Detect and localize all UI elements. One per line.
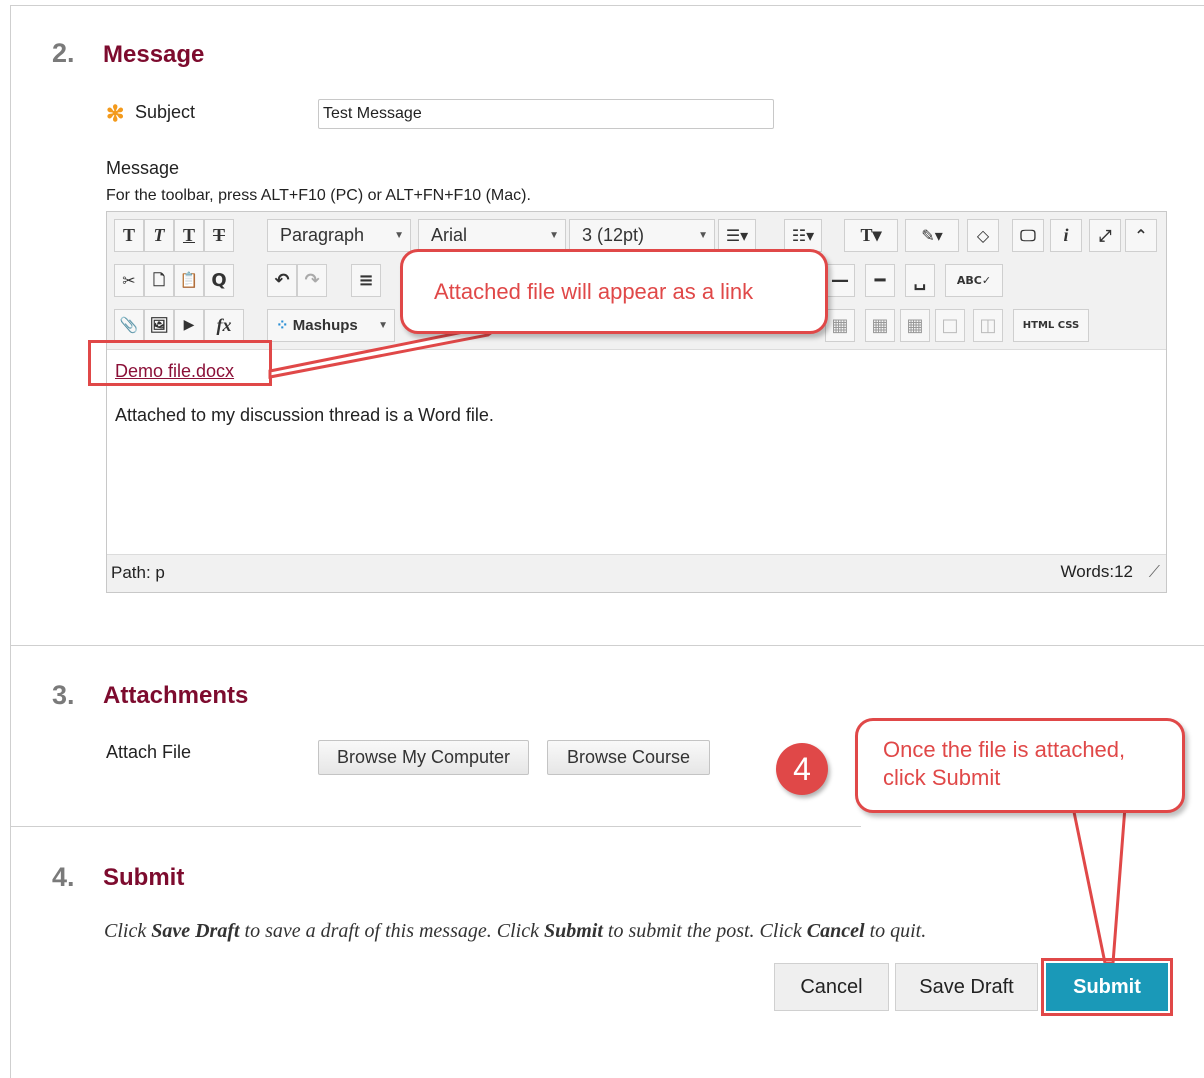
paste-icon[interactable]: 📋: [174, 264, 204, 297]
html-label: HTML: [1022, 320, 1055, 331]
instructions-text: to quit.: [864, 920, 927, 942]
italic-button[interactable]: T: [144, 219, 174, 252]
submit-callout-pointer: [1071, 805, 1127, 965]
submit-callout-line2: click Submit: [883, 765, 1001, 790]
math-equation-icon[interactable]: fx: [204, 309, 244, 342]
browse-my-computer-button[interactable]: Browse My Computer: [318, 740, 529, 775]
word-count: Words:12: [1060, 562, 1133, 581]
instructions-emphasis: Save Draft: [151, 920, 240, 942]
save-draft-button[interactable]: Save Draft: [895, 963, 1038, 1011]
instructions-emphasis: Submit: [543, 920, 603, 942]
split-cells-icon[interactable]: ◫: [973, 309, 1003, 342]
editor-status-bar: Path: p Words:12 ⟋: [107, 554, 1166, 592]
subject-label: Subject: [135, 102, 196, 122]
instructions-emphasis: Cancel: [806, 920, 865, 942]
bold-button[interactable]: T: [114, 219, 144, 252]
html-css-buttons[interactable]: HTML CSS: [1013, 309, 1089, 342]
redo-icon[interactable]: ↷: [297, 264, 327, 297]
css-label: CSS: [1057, 320, 1080, 331]
copy-icon[interactable]: 🗋: [144, 264, 174, 297]
submit-callout: Once the file is attached, click Submit: [855, 718, 1185, 813]
submit-instructions: Click Save Draft to save a draft of this…: [104, 920, 926, 943]
undo-icon[interactable]: ↶: [267, 264, 297, 297]
font-family-value: Arial: [431, 225, 468, 245]
instructions-text: Click: [104, 920, 152, 942]
paragraph-format-value: Paragraph: [280, 225, 365, 245]
section-title-message: Message: [103, 41, 205, 68]
instructions-text: to submit the post. Click: [602, 920, 807, 942]
section-title-attachments: Attachments: [103, 682, 249, 709]
info-icon[interactable]: i: [1050, 219, 1082, 252]
required-icon: ✻: [106, 101, 125, 126]
collapse-icon[interactable]: ⌃: [1125, 219, 1157, 252]
paragraph-format-select[interactable]: Paragraph ▼: [267, 219, 411, 252]
cancel-button[interactable]: Cancel: [774, 963, 889, 1011]
horizontal-rule-icon[interactable]: —: [825, 264, 855, 297]
section-number-attachments: 3.: [52, 680, 75, 710]
bullet-list-button[interactable]: ☰▾: [718, 219, 756, 252]
toolbar-hint: For the toolbar, press ALT+F10 (PC) or A…: [106, 187, 531, 204]
browse-course-button[interactable]: Browse Course: [547, 740, 710, 775]
thick-rule-icon[interactable]: ━: [865, 264, 895, 297]
message-body-text: Attached to my discussion thread is a Wo…: [115, 405, 494, 425]
submit-callout-pointer-shape: [1071, 805, 1127, 965]
insert-image-icon[interactable]: 🖼: [144, 309, 174, 342]
font-size-select[interactable]: 3 (12pt) ▼: [569, 219, 715, 252]
link-highlight-box: [88, 340, 272, 386]
path-indicator: Path: p: [111, 563, 165, 582]
frame-left-border: [10, 5, 11, 1078]
insert-media-icon[interactable]: ▶: [174, 309, 204, 342]
table-icon[interactable]: ▦: [825, 309, 855, 342]
link-callout: Attached file will appear as a link: [400, 249, 828, 334]
section-number-submit: 4.: [52, 862, 75, 892]
strikethrough-button[interactable]: T: [204, 219, 234, 252]
section-divider: [11, 645, 1204, 646]
highlight-button[interactable]: ✎▾: [905, 219, 959, 252]
table-col-icon[interactable]: ▦: [900, 309, 930, 342]
section-title-submit: Submit: [103, 864, 185, 891]
cut-icon[interactable]: ✂: [114, 264, 144, 297]
align-left-icon[interactable]: ≡: [351, 264, 381, 297]
text-color-icon: T: [860, 225, 873, 245]
chevron-down-icon: ▼: [394, 230, 404, 241]
submit-highlight-box: [1041, 958, 1173, 1016]
font-family-select[interactable]: Arial ▼: [418, 219, 566, 252]
font-size-value: 3 (12pt): [582, 225, 645, 245]
attach-file-icon[interactable]: 📎: [114, 309, 144, 342]
text-color-button[interactable]: T▾: [844, 219, 898, 252]
eraser-icon[interactable]: ◇: [967, 219, 999, 252]
spellcheck-icon[interactable]: ABC✓: [945, 264, 1003, 297]
find-icon[interactable]: Q: [204, 264, 234, 297]
chevron-down-icon: ▼: [698, 230, 708, 241]
underline-button[interactable]: T: [174, 219, 204, 252]
attach-file-label: Attach File: [106, 742, 192, 762]
section-number-message: 2.: [52, 38, 75, 68]
frame-top-border: [10, 5, 1204, 6]
instructions-text: to save a draft of this message. Click: [239, 920, 544, 942]
highlight-icon: ✎: [921, 226, 935, 245]
step-number-badge: 4: [776, 743, 828, 795]
nonbreaking-space-icon[interactable]: ␣: [905, 264, 935, 297]
resize-handle-icon[interactable]: ⟋: [1149, 564, 1160, 582]
fullscreen-icon[interactable]: ⤢: [1089, 219, 1121, 252]
numbered-list-button[interactable]: ☷▾: [784, 219, 822, 252]
preview-icon[interactable]: 🖵: [1012, 219, 1044, 252]
submit-callout-line1: Once the file is attached,: [883, 737, 1126, 762]
merge-cells-icon[interactable]: □: [935, 309, 965, 342]
table-row-icon[interactable]: ▦: [865, 309, 895, 342]
chevron-down-icon: ▼: [549, 230, 559, 241]
subject-input[interactable]: Test Message: [318, 99, 774, 129]
page-frame: 2. Message ✻ Subject Test Message Messag…: [0, 0, 1204, 1078]
message-label: Message: [106, 158, 180, 178]
section-divider: [11, 826, 861, 827]
